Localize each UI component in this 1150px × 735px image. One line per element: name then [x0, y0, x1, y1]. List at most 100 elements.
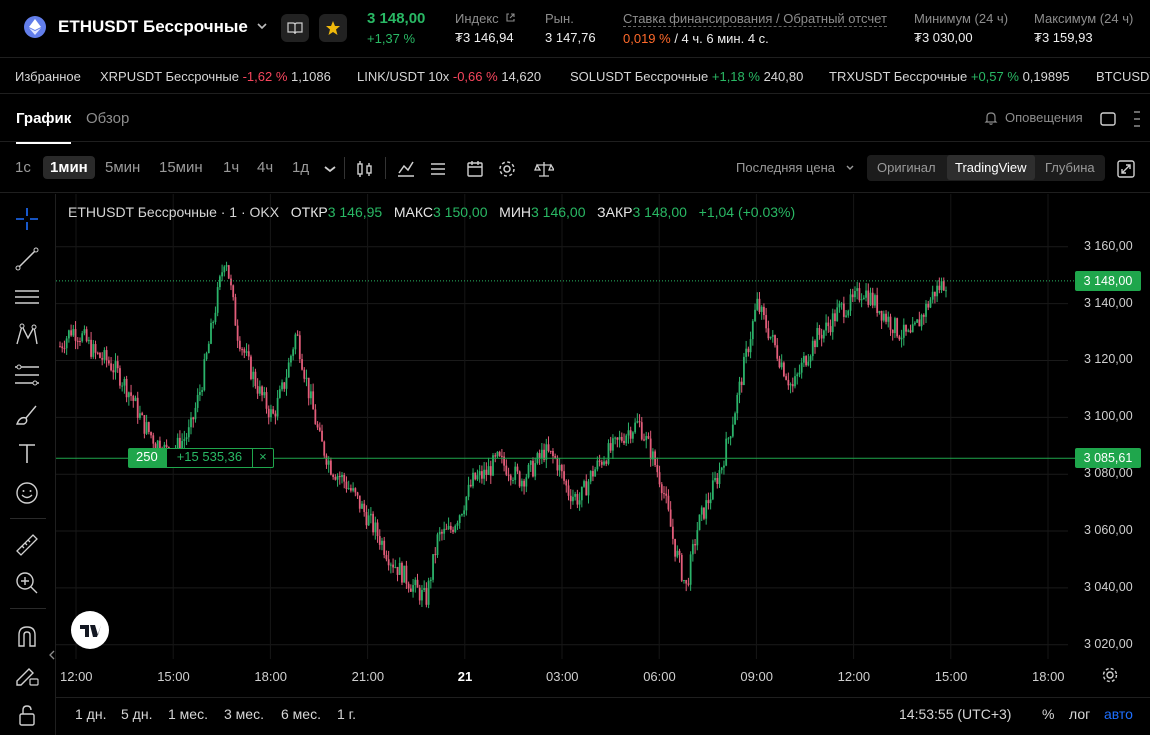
ticker-item[interactable]: LINK/USDT 10x -0,66 % 14,620 — [357, 69, 541, 84]
candle-body — [374, 522, 377, 533]
candles-icon[interactable] — [355, 159, 375, 179]
book-icon[interactable] — [281, 14, 309, 42]
collapse-arrow-icon[interactable] — [48, 649, 56, 661]
candle-body — [802, 356, 805, 363]
position-line-label[interactable]: 250 +15 535,36 × — [128, 448, 274, 469]
range-3m[interactable]: 3 мес. — [224, 706, 264, 722]
tab-overview[interactable]: Обзор — [86, 110, 129, 127]
range-1m[interactable]: 1 мес. — [168, 706, 208, 722]
candle-body — [856, 288, 859, 291]
candle-body — [141, 413, 144, 416]
timeframe-4h[interactable]: 4ч — [257, 159, 273, 176]
log-scale-toggle[interactable]: лог — [1069, 706, 1090, 722]
price-chart[interactable]: ETHUSDT Бессрочные · 1 · OKX ОТКР3 146,9… — [56, 194, 1150, 735]
utc-clock[interactable]: 14:53:55 (UTC+3) — [899, 706, 1011, 722]
ticker-item[interactable]: XRPUSDT Бессрочные -1,62 % 1,1086 — [100, 69, 331, 84]
candle-body — [703, 507, 705, 519]
settings-gear-icon[interactable] — [1101, 666, 1119, 684]
candle-body — [842, 303, 845, 317]
horizontal-lines-icon[interactable] — [14, 284, 40, 310]
chevron-down-icon[interactable] — [255, 19, 269, 33]
candle-body — [871, 292, 874, 306]
candle-body — [891, 329, 894, 334]
candle-body — [834, 313, 836, 322]
candle-body — [620, 436, 623, 441]
fullscreen-icon[interactable] — [1116, 159, 1136, 179]
candle-body — [809, 356, 812, 362]
candle-body — [514, 466, 517, 481]
ticker-item[interactable]: BTCUSDT — [1096, 69, 1150, 84]
alerts-link[interactable]: Оповещения — [1005, 110, 1083, 125]
candle-body — [452, 529, 454, 532]
candle-body — [218, 276, 221, 288]
candle-body — [238, 340, 241, 350]
view-depth[interactable]: Глубина — [1045, 160, 1095, 175]
lock-icon[interactable] — [14, 702, 40, 728]
candle-body — [592, 471, 594, 477]
timeframe-1h[interactable]: 1ч — [223, 159, 239, 176]
pencil-lock-icon[interactable] — [14, 662, 40, 688]
candle-body — [90, 339, 92, 357]
emoji-icon[interactable] — [14, 480, 40, 506]
ticker-item[interactable]: SOLUSDT Бессрочные +1,18 % 240,80 — [570, 69, 803, 84]
candle-body — [585, 481, 588, 496]
favorite-star-icon[interactable] — [319, 14, 347, 42]
auto-scale-toggle[interactable]: авто — [1104, 706, 1133, 722]
chevron-down-icon[interactable] — [320, 159, 340, 179]
indicators-icon[interactable] — [396, 159, 416, 179]
favorites-label[interactable]: Избранное — [15, 69, 81, 84]
magnet-icon[interactable] — [14, 624, 40, 650]
candle-body — [125, 378, 128, 398]
candle-body — [780, 362, 783, 368]
tradingview-logo[interactable] — [71, 611, 109, 649]
candle-body — [796, 374, 799, 377]
price-source-select[interactable]: Последняя цена — [736, 160, 835, 175]
candle-body — [489, 466, 492, 476]
gear-icon[interactable] — [497, 159, 517, 179]
range-5d[interactable]: 5 дн. — [121, 706, 152, 722]
candle-body — [512, 480, 514, 482]
pair-title[interactable]: ETHUSDT Бессрочные — [58, 17, 248, 37]
range-6m[interactable]: 6 мес. — [281, 706, 321, 722]
pattern-icon[interactable] — [14, 322, 40, 348]
funding-rate: 0,019 % — [623, 31, 671, 46]
timeframe-5m[interactable]: 5мин — [105, 159, 140, 176]
window-icon[interactable] — [1100, 112, 1116, 126]
ruler-icon[interactable] — [14, 532, 40, 558]
candle-body — [461, 514, 463, 516]
candle-body — [785, 376, 788, 380]
timeframe-1d[interactable]: 1д — [292, 159, 309, 176]
crosshair-icon[interactable] — [14, 206, 40, 232]
view-original[interactable]: Оригинал — [877, 160, 936, 175]
external-link-icon[interactable] — [505, 12, 516, 23]
more-icon[interactable] — [1134, 110, 1140, 128]
funding-stat[interactable]: Ставка финансирования / Обратный отсчет … — [623, 11, 887, 46]
timeframe-1s[interactable]: 1с — [15, 159, 31, 176]
candle-body — [432, 554, 434, 580]
timeframe-1m[interactable]: 1мин — [43, 156, 95, 179]
view-tradingview[interactable]: TradingView — [947, 155, 1035, 180]
ticker-item[interactable]: TRXUSDT Бессрочные +0,57 % 0,19895 — [829, 69, 1070, 84]
candle-body — [500, 455, 503, 457]
candle-body — [265, 392, 268, 409]
percent-scale-toggle[interactable]: % — [1042, 706, 1054, 722]
range-1d[interactable]: 1 дн. — [75, 706, 106, 722]
text-icon[interactable] — [14, 440, 40, 466]
candle-body — [270, 409, 272, 418]
range-1y[interactable]: 1 г. — [337, 706, 356, 722]
fib-icon[interactable] — [14, 362, 40, 388]
trend-line-icon[interactable] — [14, 246, 40, 272]
tab-chart[interactable]: График — [16, 110, 72, 144]
list-icon[interactable] — [428, 159, 448, 179]
candle-body — [407, 583, 410, 589]
bell-icon[interactable] — [983, 110, 999, 126]
zoom-in-icon[interactable] — [14, 570, 40, 596]
chevron-down-icon[interactable] — [845, 163, 855, 173]
close-position-button[interactable]: × — [253, 448, 274, 469]
scales-icon[interactable] — [534, 159, 554, 179]
brush-icon[interactable] — [14, 402, 40, 428]
timeframe-15m[interactable]: 15мин — [159, 159, 203, 176]
candle-body — [676, 550, 679, 557]
calendar-icon[interactable] — [465, 159, 485, 179]
candle-body — [554, 456, 557, 458]
